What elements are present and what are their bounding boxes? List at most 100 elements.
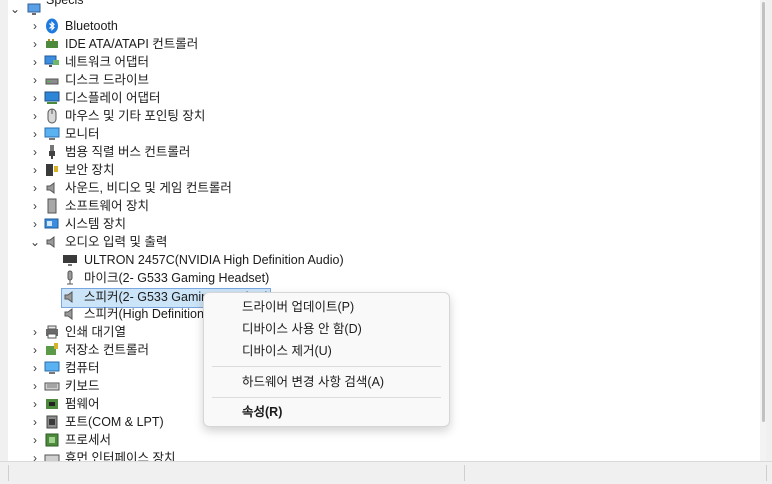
tree-item-security[interactable]: › 보안 장치 bbox=[8, 161, 766, 179]
tree-item-label: 네트워크 어댑터 bbox=[65, 55, 149, 69]
chevron-right-icon[interactable]: › bbox=[28, 378, 42, 394]
menu-separator bbox=[212, 366, 441, 367]
bluetooth-icon bbox=[44, 18, 60, 34]
chevron-right-icon[interactable]: › bbox=[28, 342, 42, 358]
computer-icon bbox=[44, 360, 60, 376]
tree-item-label: 프로세서 bbox=[65, 433, 112, 447]
monitor-audio-icon bbox=[62, 252, 78, 268]
mouse-icon bbox=[44, 108, 60, 124]
vertical-scrollbar[interactable] bbox=[760, 0, 766, 462]
chevron-right-icon[interactable]: › bbox=[28, 72, 42, 88]
tree-item-ide[interactable]: › IDE ATA/ATAPI 컨트롤러 bbox=[8, 35, 766, 53]
speaker-icon bbox=[62, 306, 78, 322]
tree-item-label: 디스크 드라이브 bbox=[65, 73, 149, 87]
chevron-right-icon[interactable]: › bbox=[28, 180, 42, 196]
status-separator bbox=[766, 465, 767, 481]
port-icon bbox=[44, 414, 60, 430]
ide-controller-icon bbox=[44, 36, 60, 52]
menu-item-uninstall-device[interactable]: 디바이스 제거(U) bbox=[208, 340, 445, 362]
chevron-right-icon[interactable]: › bbox=[28, 90, 42, 106]
chevron-right-icon[interactable]: › bbox=[28, 18, 42, 34]
tree-item-label: 모니터 bbox=[65, 127, 100, 141]
tree-item-disk[interactable]: › 디스크 드라이브 bbox=[8, 71, 766, 89]
tree-item-monitor[interactable]: › 모니터 bbox=[8, 125, 766, 143]
speaker-icon bbox=[44, 180, 60, 196]
menu-item-update-driver[interactable]: 드라이버 업데이트(P) bbox=[208, 296, 445, 318]
context-menu: 드라이버 업데이트(P) 디바이스 사용 안 함(D) 디바이스 제거(U) 하… bbox=[203, 292, 450, 427]
tree-item-label: 인쇄 대기열 bbox=[65, 325, 126, 339]
tree-item-label: 소프트웨어 장치 bbox=[65, 199, 149, 213]
chevron-right-icon[interactable]: › bbox=[28, 144, 42, 160]
monitor-icon bbox=[44, 126, 60, 142]
tree-item-system[interactable]: › 시스템 장치 bbox=[8, 215, 766, 233]
security-device-icon bbox=[44, 162, 60, 178]
usb-icon bbox=[44, 144, 60, 160]
tree-item-label: IDE ATA/ATAPI 컨트롤러 bbox=[65, 37, 199, 51]
tree-item-label: 키보드 bbox=[65, 379, 100, 393]
chevron-right-icon[interactable]: › bbox=[28, 126, 42, 142]
tree-item-display[interactable]: › 디스플레이 어댑터 bbox=[8, 89, 766, 107]
menu-item-properties[interactable]: 속성(R) bbox=[208, 401, 445, 423]
audio-io-icon bbox=[44, 234, 60, 250]
printer-icon bbox=[44, 324, 60, 340]
tree-item-label: 오디오 입력 및 출력 bbox=[65, 235, 168, 249]
tree-item-label: 보안 장치 bbox=[65, 163, 115, 177]
chevron-right-icon[interactable]: › bbox=[28, 54, 42, 70]
tree-item-network[interactable]: › 네트워크 어댑터 bbox=[8, 53, 766, 71]
chevron-right-icon[interactable]: › bbox=[28, 162, 42, 178]
tree-child-label: 마이크(2- G533 Gaming Headset) bbox=[84, 271, 270, 285]
chevron-right-icon[interactable]: › bbox=[28, 216, 42, 232]
tree-item-label: 컴퓨터 bbox=[65, 361, 100, 375]
chevron-right-icon[interactable]: › bbox=[28, 324, 42, 340]
chevron-right-icon[interactable]: › bbox=[28, 396, 42, 412]
tree-item-label: 저장소 컨트롤러 bbox=[65, 343, 149, 357]
chevron-right-icon[interactable]: › bbox=[28, 360, 42, 376]
tree-root[interactable]: ⌄ Specis bbox=[8, 0, 766, 18]
tree-child-ultron[interactable]: ULTRON 2457C(NVIDIA High Definition Audi… bbox=[8, 251, 766, 269]
speaker-icon bbox=[62, 289, 78, 305]
chevron-right-icon[interactable]: › bbox=[28, 198, 42, 214]
tree-item-processor[interactable]: › 프로세서 bbox=[8, 431, 766, 449]
scrollbar-thumb[interactable] bbox=[762, 2, 765, 422]
tree-item-mouse[interactable]: › 마우스 및 기타 포인팅 장치 bbox=[8, 107, 766, 125]
tree-item-label: 시스템 장치 bbox=[65, 217, 126, 231]
tree-root-label: Specis bbox=[46, 0, 84, 7]
processor-icon bbox=[44, 432, 60, 448]
tree-item-audio-io[interactable]: ⌄ 오디오 입력 및 출력 bbox=[8, 233, 766, 251]
menu-item-disable-device[interactable]: 디바이스 사용 안 함(D) bbox=[208, 318, 445, 340]
tree-item-software[interactable]: › 소프트웨어 장치 bbox=[8, 197, 766, 215]
tree-item-label: Bluetooth bbox=[65, 19, 118, 33]
chevron-right-icon[interactable]: › bbox=[28, 36, 42, 52]
microphone-icon bbox=[62, 270, 78, 286]
chevron-right-icon[interactable]: › bbox=[28, 414, 42, 430]
tree-item-label: 사운드, 비디오 및 게임 컨트롤러 bbox=[65, 181, 232, 195]
keyboard-icon bbox=[44, 378, 60, 394]
tree-item-label: 포트(COM & LPT) bbox=[65, 415, 164, 429]
tree-item-sound[interactable]: › 사운드, 비디오 및 게임 컨트롤러 bbox=[8, 179, 766, 197]
chevron-right-icon[interactable]: › bbox=[28, 432, 42, 448]
tree-item-label: 범용 직렬 버스 컨트롤러 bbox=[65, 145, 191, 159]
system-device-icon bbox=[44, 216, 60, 232]
storage-controller-icon bbox=[44, 342, 60, 358]
chevron-right-icon[interactable]: › bbox=[28, 108, 42, 124]
tree-item-bluetooth[interactable]: › Bluetooth bbox=[8, 17, 766, 35]
status-separator bbox=[464, 465, 465, 481]
disk-drive-icon bbox=[44, 72, 60, 88]
tree-item-label: 디스플레이 어댑터 bbox=[65, 91, 161, 105]
tree-item-label: 마우스 및 기타 포인팅 장치 bbox=[65, 109, 206, 123]
computer-icon bbox=[26, 1, 42, 17]
tree-child-label: ULTRON 2457C(NVIDIA High Definition Audi… bbox=[84, 253, 344, 267]
tree-child-microphone[interactable]: 마이크(2- G533 Gaming Headset) bbox=[8, 269, 766, 287]
tree-item-label: 펌웨어 bbox=[65, 397, 100, 411]
status-bar bbox=[0, 461, 772, 484]
tree-item-usb[interactable]: › 범용 직렬 버스 컨트롤러 bbox=[8, 143, 766, 161]
software-device-icon bbox=[44, 198, 60, 214]
menu-separator bbox=[212, 397, 441, 398]
chevron-down-icon[interactable]: ⌄ bbox=[8, 1, 22, 17]
chevron-down-icon[interactable]: ⌄ bbox=[28, 234, 42, 250]
status-separator bbox=[8, 465, 9, 481]
network-adapter-icon bbox=[44, 54, 60, 70]
firmware-icon bbox=[44, 396, 60, 412]
display-adapter-icon bbox=[44, 90, 60, 106]
menu-item-scan-changes[interactable]: 하드웨어 변경 사항 검색(A) bbox=[208, 371, 445, 393]
